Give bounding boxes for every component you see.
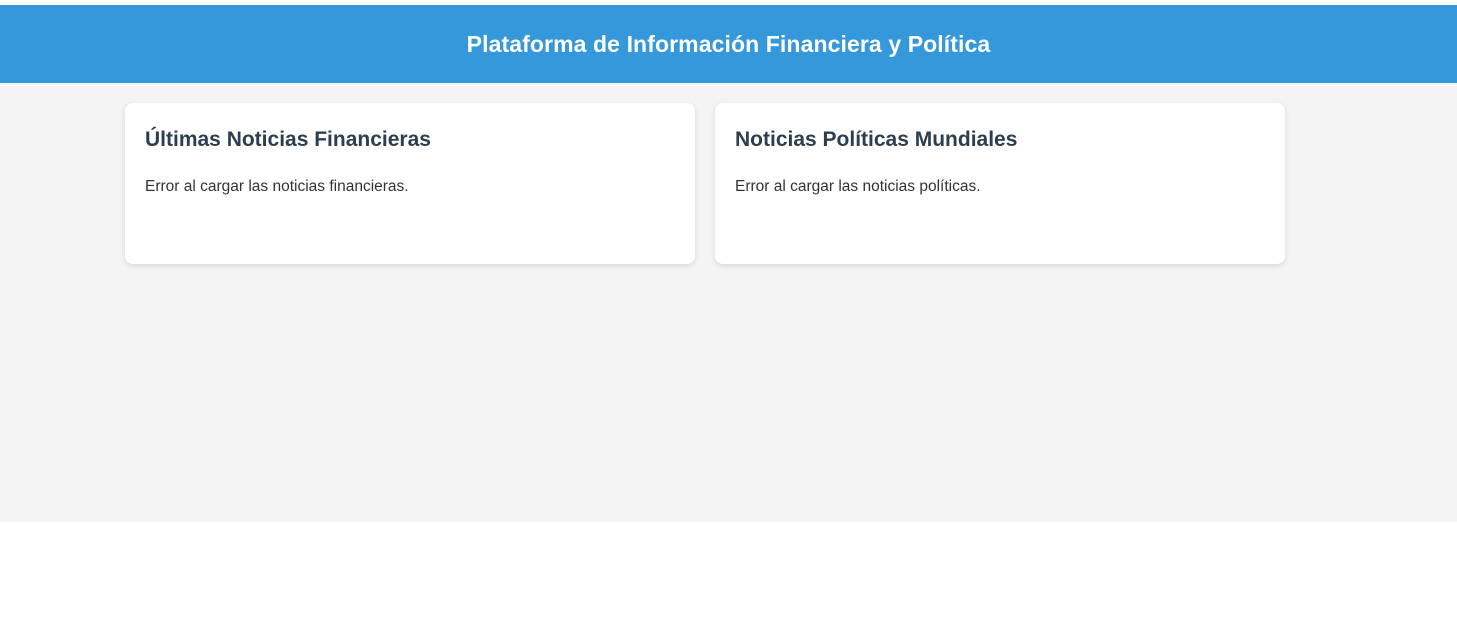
financial-news-error-message: Error al cargar las noticias financieras… — [145, 178, 409, 195]
political-news-card: Noticias Políticas Mundiales Error al ca… — [715, 103, 1285, 264]
site-header: Plataforma de Información Financiera y P… — [0, 5, 1457, 83]
political-news-error-message: Error al cargar las noticias políticas. — [735, 178, 981, 195]
app-root: Plataforma de Información Financiera y P… — [0, 0, 1457, 623]
financial-news-heading: Últimas Noticias Financieras — [145, 128, 431, 151]
financial-news-card: Últimas Noticias Financieras Error al ca… — [125, 103, 695, 264]
page-title: Plataforma de Información Financiera y P… — [466, 30, 991, 57]
main-content: Últimas Noticias Financieras Error al ca… — [0, 83, 1457, 522]
political-news-heading: Noticias Políticas Mundiales — [735, 128, 1018, 151]
